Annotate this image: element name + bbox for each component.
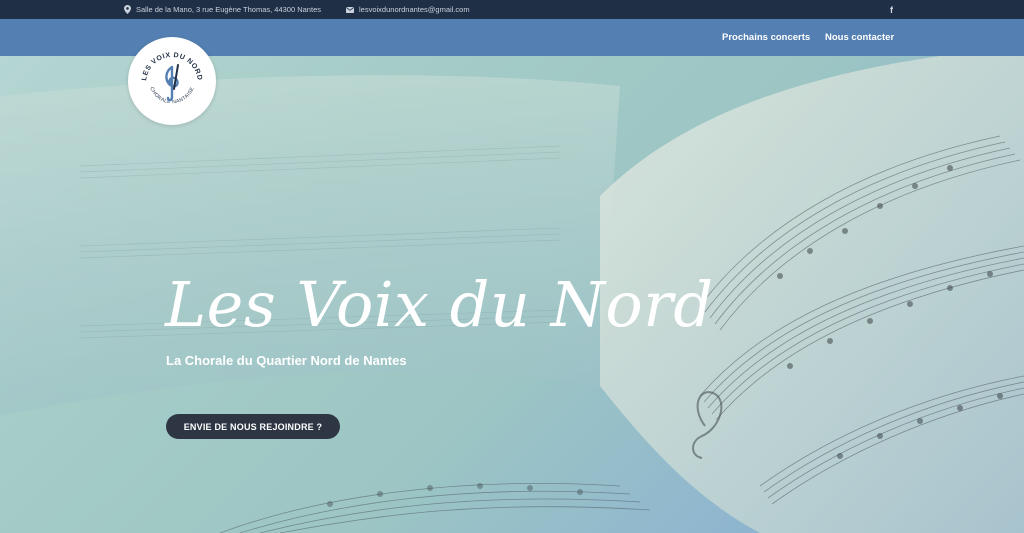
join-us-button[interactable]: ENVIE DE NOUS REJOINDRE ? <box>166 414 340 439</box>
nav-link-contact[interactable]: Nous contacter <box>825 19 894 56</box>
hero-title: Les Voix du Nord <box>165 268 714 341</box>
email-text[interactable]: lesvoixdunordnantes@gmail.com <box>359 5 470 14</box>
hero-section: Les Voix du Nord La Chorale du Quartier … <box>0 56 1024 533</box>
email-info[interactable]: lesvoixdunordnantes@gmail.com <box>346 0 470 19</box>
address-text: Salle de la Mano, 3 rue Eugène Thomas, 4… <box>136 5 321 14</box>
nav-link-concerts[interactable]: Prochains concerts <box>722 19 810 56</box>
hero-subtitle: La Chorale du Quartier Nord de Nantes <box>166 353 407 368</box>
envelope-icon <box>346 6 354 13</box>
treble-clef-logo-icon: LES VOIX DU NORD CHORALE NANTAISE <box>141 52 202 105</box>
top-info-bar: Salle de la Mano, 3 rue Eugène Thomas, 4… <box>0 0 1024 19</box>
map-pin-icon <box>124 5 131 14</box>
address-info: Salle de la Mano, 3 rue Eugène Thomas, 4… <box>124 0 321 19</box>
site-logo[interactable]: LES VOIX DU NORD CHORALE NANTAISE <box>128 37 216 125</box>
facebook-icon[interactable]: f <box>890 0 893 19</box>
